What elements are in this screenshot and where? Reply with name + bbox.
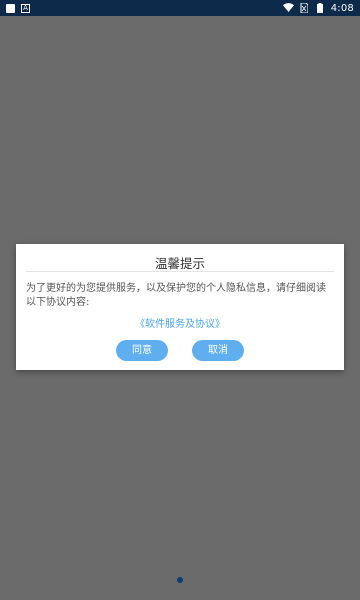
- dialog-title: 温馨提示: [154, 256, 205, 271]
- page-indicator-dot: [177, 577, 183, 583]
- status-time: 4:08: [330, 2, 354, 14]
- service-agreement-link[interactable]: 《软件服务及协议》: [16, 315, 344, 330]
- screen: A 4:08 温馨提示 为了更好的为您提供服务，以及保护您的个人隐私信息，请仔细…: [0, 0, 360, 600]
- dialog-divider: [26, 271, 334, 272]
- agree-button[interactable]: 同意: [116, 340, 168, 361]
- a-icon: A: [21, 3, 30, 13]
- no-sim-icon: [299, 2, 309, 14]
- privacy-dialog: 温馨提示 为了更好的为您提供服务，以及保护您的个人隐私信息，请仔细阅读以下协议内…: [16, 244, 344, 370]
- status-bar: A 4:08: [0, 0, 360, 16]
- status-right: 4:08: [282, 2, 354, 14]
- wifi-icon: [282, 3, 294, 13]
- status-left: A: [6, 3, 30, 13]
- battery-icon: [315, 3, 325, 13]
- dialog-body: 为了更好的为您提供服务，以及保护您的个人隐私信息，请仔细阅读以下协议内容:: [26, 283, 326, 308]
- image-icon: [6, 3, 15, 13]
- cancel-button[interactable]: 取消: [192, 340, 244, 361]
